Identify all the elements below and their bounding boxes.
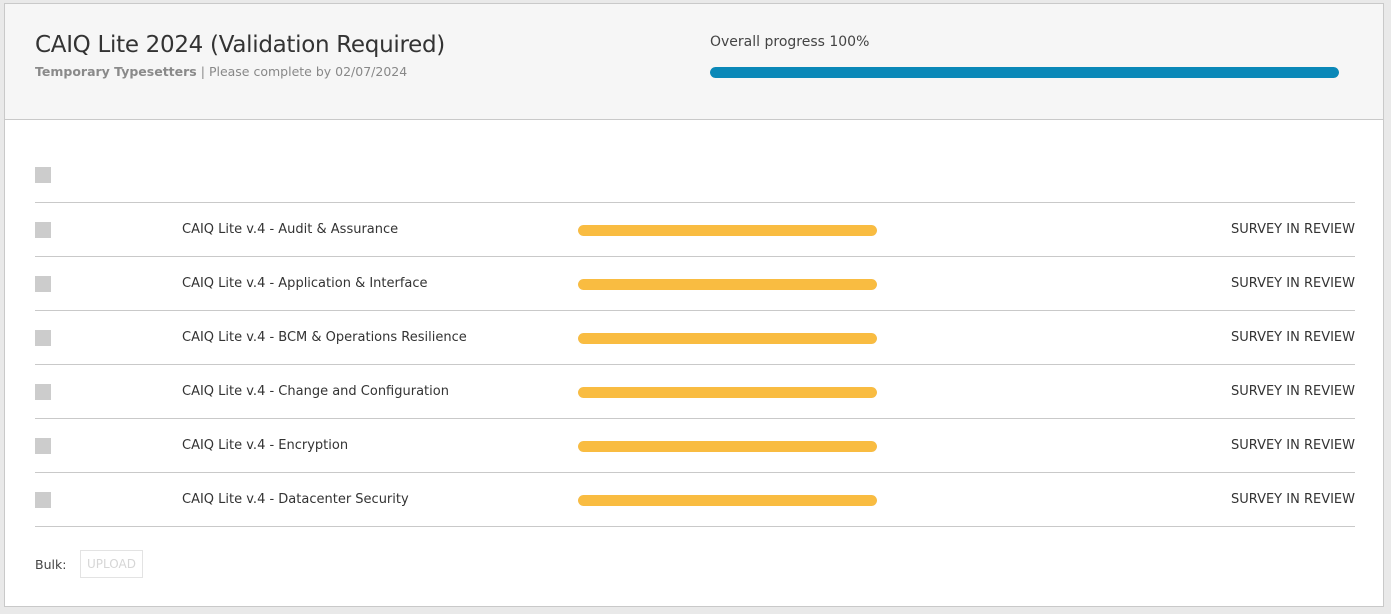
survey-progress-fill (578, 495, 877, 506)
survey-name[interactable]: CAIQ Lite v.4 - Application & Interface (182, 276, 428, 291)
survey-progress-fill (578, 225, 877, 236)
survey-progress-bar (578, 495, 877, 506)
subtitle-separator: | (200, 64, 205, 79)
survey-name[interactable]: CAIQ Lite v.4 - Datacenter Security (182, 492, 409, 507)
survey-progress-bar (578, 333, 877, 344)
survey-status: SURVEY IN REVIEW (1230, 492, 1355, 507)
survey-row: CAIQ Lite v.4 - Datacenter Security SURVE… (35, 472, 1355, 527)
assessment-subtitle: Temporary Typesetters | Please complete … (35, 64, 407, 79)
survey-name[interactable]: CAIQ Lite v.4 - Change and Configuration (182, 384, 449, 399)
survey-name[interactable]: CAIQ Lite v.4 - Audit & Assurance (182, 222, 398, 237)
survey-status: SURVEY IN REVIEW (1230, 438, 1355, 453)
overall-progress-fill (710, 67, 1339, 78)
survey-row: CAIQ Lite v.4 - BCM & Operations Resilie… (35, 310, 1355, 364)
due-date-text: Please complete by 02/07/2024 (208, 64, 408, 79)
survey-progress-fill (578, 279, 877, 290)
survey-progress-fill (578, 333, 877, 344)
survey-progress-bar (578, 279, 877, 290)
survey-row: CAIQ Lite v.4 - Change and Configuration… (35, 364, 1355, 418)
organization-name: Temporary Typesetters (35, 64, 197, 79)
survey-row-checkbox[interactable] (35, 384, 51, 400)
survey-name[interactable]: CAIQ Lite v.4 - BCM & Operations Resilie… (182, 330, 467, 345)
survey-status: SURVEY IN REVIEW (1230, 276, 1355, 291)
survey-list: CAIQ Lite v.4 - Audit & Assurance SURVEY … (35, 202, 1355, 527)
survey-progress-fill (578, 441, 877, 452)
survey-status: SURVEY IN REVIEW (1230, 330, 1355, 345)
overall-progress-bar (710, 67, 1339, 78)
survey-row-checkbox[interactable] (35, 492, 51, 508)
survey-row: CAIQ Lite v.4 - Application & Interface S… (35, 256, 1355, 310)
survey-row: CAIQ Lite v.4 - Audit & Assurance SURVEY … (35, 202, 1355, 256)
survey-progress-bar (578, 225, 877, 236)
survey-name[interactable]: CAIQ Lite v.4 - Encryption (182, 438, 348, 453)
page-title: CAIQ Lite 2024 (Validation Required) (35, 32, 445, 58)
survey-progress-bar (578, 441, 877, 452)
bulk-label: Bulk: (35, 557, 67, 572)
overall-progress-label: Overall progress 100% (710, 34, 870, 50)
survey-status: SURVEY IN REVIEW (1230, 222, 1355, 237)
survey-progress-bar (578, 387, 877, 398)
survey-row-checkbox[interactable] (35, 438, 51, 454)
select-all-checkbox[interactable] (35, 167, 51, 183)
assessment-header: CAIQ Lite 2024 (Validation Required) Tem… (5, 4, 1383, 120)
survey-row-checkbox[interactable] (35, 276, 51, 292)
survey-row-checkbox[interactable] (35, 330, 51, 346)
survey-row-checkbox[interactable] (35, 222, 51, 238)
survey-status: SURVEY IN REVIEW (1230, 384, 1355, 399)
assessment-card: CAIQ Lite 2024 (Validation Required) Tem… (4, 3, 1384, 607)
upload-button[interactable]: UPLOAD (80, 550, 143, 578)
survey-progress-fill (578, 387, 877, 398)
survey-row: CAIQ Lite v.4 - Encryption SURVEY IN REVI… (35, 418, 1355, 472)
